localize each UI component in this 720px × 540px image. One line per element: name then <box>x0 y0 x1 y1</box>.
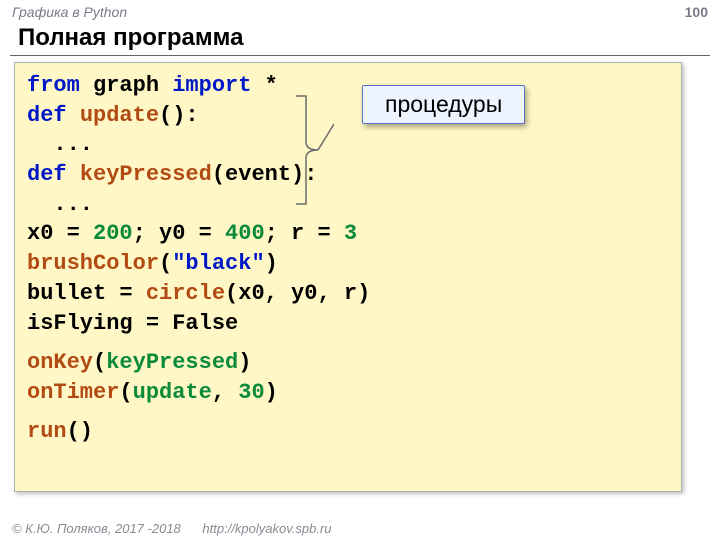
bracket-icon <box>294 94 334 206</box>
var: ; r = <box>265 221 344 246</box>
code-line: onKey(keyPressed) <box>27 348 669 378</box>
slide-number: 100 <box>685 4 708 20</box>
footer: © К.Ю. Поляков, 2017 -2018 http://kpolya… <box>12 521 332 536</box>
number: 400 <box>225 221 265 246</box>
var: ; y0 = <box>133 221 225 246</box>
var: bullet = <box>27 281 146 306</box>
func-name: update <box>80 103 159 128</box>
punct: (x0, y0, r) <box>225 281 370 306</box>
number: 3 <box>344 221 357 246</box>
code-line: def keyPressed(event): <box>27 160 669 190</box>
number: 200 <box>93 221 133 246</box>
punct: , <box>212 380 238 405</box>
punct: (): <box>159 103 199 128</box>
module-name: graph <box>93 73 159 98</box>
func-name: brushColor <box>27 251 159 276</box>
code-line: onTimer(update, 30) <box>27 378 669 408</box>
code-block: from graph import * def update(): ... de… <box>14 62 682 492</box>
header-topic: Графика в Python <box>12 4 127 20</box>
func-name: keyPressed <box>80 162 212 187</box>
page-title: Полная программа <box>18 24 243 52</box>
keyword-def: def <box>27 162 67 187</box>
code-line: bullet = circle(x0, y0, r) <box>27 279 669 309</box>
code-line: ... <box>27 130 669 160</box>
punct: ) <box>265 251 278 276</box>
star: * <box>265 73 278 98</box>
code-line: def update(): <box>27 101 669 131</box>
punct: ( <box>93 350 106 375</box>
func-name: run <box>27 419 67 444</box>
var: x0 = <box>27 221 93 246</box>
punct: ) <box>238 350 251 375</box>
keyword-def: def <box>27 103 67 128</box>
arg: keyPressed <box>106 350 238 375</box>
code-line: x0 = 200; y0 = 400; r = 3 <box>27 219 669 249</box>
copyright: © К.Ю. Поляков, 2017 -2018 <box>12 521 181 536</box>
code-line: brushColor("black") <box>27 249 669 279</box>
func-name: onTimer <box>27 380 119 405</box>
code-line: ... <box>27 190 669 220</box>
punct: ( <box>159 251 172 276</box>
footer-url: http://kpolyakov.spb.ru <box>202 521 331 536</box>
func-name: onKey <box>27 350 93 375</box>
arg: update <box>133 380 212 405</box>
keyword-from: from <box>27 73 80 98</box>
keyword-import: import <box>172 73 251 98</box>
code-line: isFlying = False <box>27 309 669 339</box>
number: 30 <box>238 380 264 405</box>
punct: ) <box>265 380 278 405</box>
callout-label: процедуры <box>362 85 525 124</box>
punct: () <box>67 419 93 444</box>
title-rule <box>10 55 710 56</box>
code-line: from graph import * <box>27 71 669 101</box>
punct: ( <box>119 380 132 405</box>
string: "black" <box>172 251 264 276</box>
code-line: run() <box>27 417 669 447</box>
func-name: circle <box>146 281 225 306</box>
